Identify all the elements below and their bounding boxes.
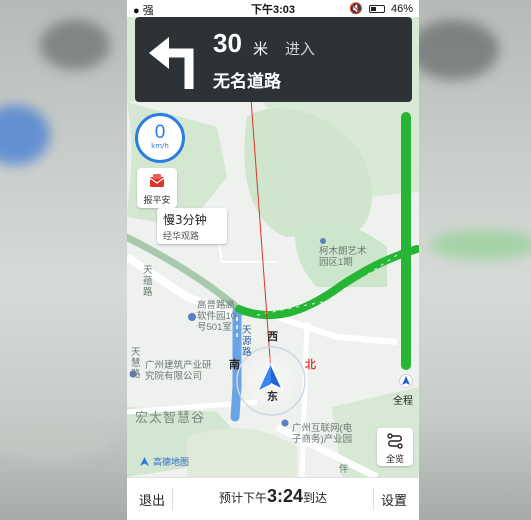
- amap-logo: 高德地图: [139, 455, 189, 468]
- eta-display: 预计下午3:24到达: [179, 486, 367, 507]
- alternative-route-bubble[interactable]: 慢3分钟 经华观路: [157, 208, 227, 244]
- overview-button[interactable]: 全览: [377, 428, 413, 466]
- battery-icon: [368, 4, 385, 13]
- eta-prefix: 预计下午: [218, 491, 267, 505]
- divider-right: [373, 488, 374, 510]
- car-position-arrow-icon: [258, 363, 284, 391]
- background-left: [0, 0, 127, 520]
- turn-left-arrow-icon: [149, 37, 194, 89]
- phone-screen: 柯木朗艺术 园区1期 高普路高 软件园10 号501室 广州建筑产业研 究院有限…: [127, 0, 419, 520]
- guidance-distance: 30: [213, 28, 242, 58]
- speed-indicator: 0 km/h: [135, 113, 185, 163]
- speed-value: 0: [154, 122, 166, 143]
- eta-suffix: 到达: [303, 491, 328, 505]
- position-marker-icon: [399, 374, 413, 388]
- bottom-bar: 退出 预计下午3:24到达 设置: [127, 477, 419, 520]
- route-progress-fill: [401, 112, 411, 370]
- eta-time: 3:24: [266, 486, 304, 506]
- mute-icon: 🔇: [349, 3, 363, 15]
- battery-text: 46%: [390, 2, 413, 15]
- map-label-ban: 伴: [339, 464, 349, 475]
- route-bubble-subtitle: 经华观路: [163, 232, 200, 242]
- compass-west: 西: [267, 331, 278, 343]
- guidance-unit: 米: [253, 40, 269, 58]
- guidance-card[interactable]: 30 米 进入 无名道路: [135, 17, 412, 102]
- overview-label: 全览: [385, 455, 404, 465]
- compass-south: 南: [229, 359, 240, 371]
- progress-label: 全程: [393, 396, 413, 407]
- exit-button[interactable]: 退出: [139, 490, 165, 509]
- divider-left: [172, 488, 173, 510]
- guidance-action: 进入: [285, 40, 316, 58]
- map-label-jianzhu[interactable]: 广州建筑产业研 究院有限公司: [145, 360, 212, 382]
- map-label-hulianwang[interactable]: 广州互联网(电 子商务)产业园: [292, 423, 352, 445]
- map-label-tianyuan: 天 源 路: [242, 325, 252, 358]
- report-safe-button[interactable]: 报平安: [137, 168, 177, 208]
- settings-button[interactable]: 设置: [381, 490, 407, 509]
- map-label-tianhui: 天 慧 路: [131, 347, 141, 380]
- route-progress-bar[interactable]: [401, 112, 411, 370]
- logo-text: 高德地图: [153, 458, 190, 468]
- report-safe-label: 报平安: [143, 196, 171, 206]
- map-label-hongtai[interactable]: 宏太智慧谷: [135, 411, 205, 424]
- speed-unit: km/h: [151, 142, 169, 150]
- map-label-gaopu[interactable]: 高普路高 软件园10 号501室: [197, 300, 236, 333]
- amap-logo-icon: [140, 457, 149, 466]
- route-overview-icon: [387, 433, 403, 449]
- status-bar: ● 强 下午3:03 🔇 46%: [127, 0, 419, 17]
- map-label-kemu[interactable]: 柯木朗艺术 园区1期: [319, 246, 367, 268]
- compass-north: 北: [305, 359, 316, 371]
- envelope-icon: [149, 174, 165, 187]
- background-right: [409, 0, 531, 520]
- map-label-tiangui: 天 蕴 路: [143, 265, 153, 298]
- route-bubble-title: 慢3分钟: [163, 213, 207, 227]
- guidance-road-name: 无名道路: [213, 72, 281, 92]
